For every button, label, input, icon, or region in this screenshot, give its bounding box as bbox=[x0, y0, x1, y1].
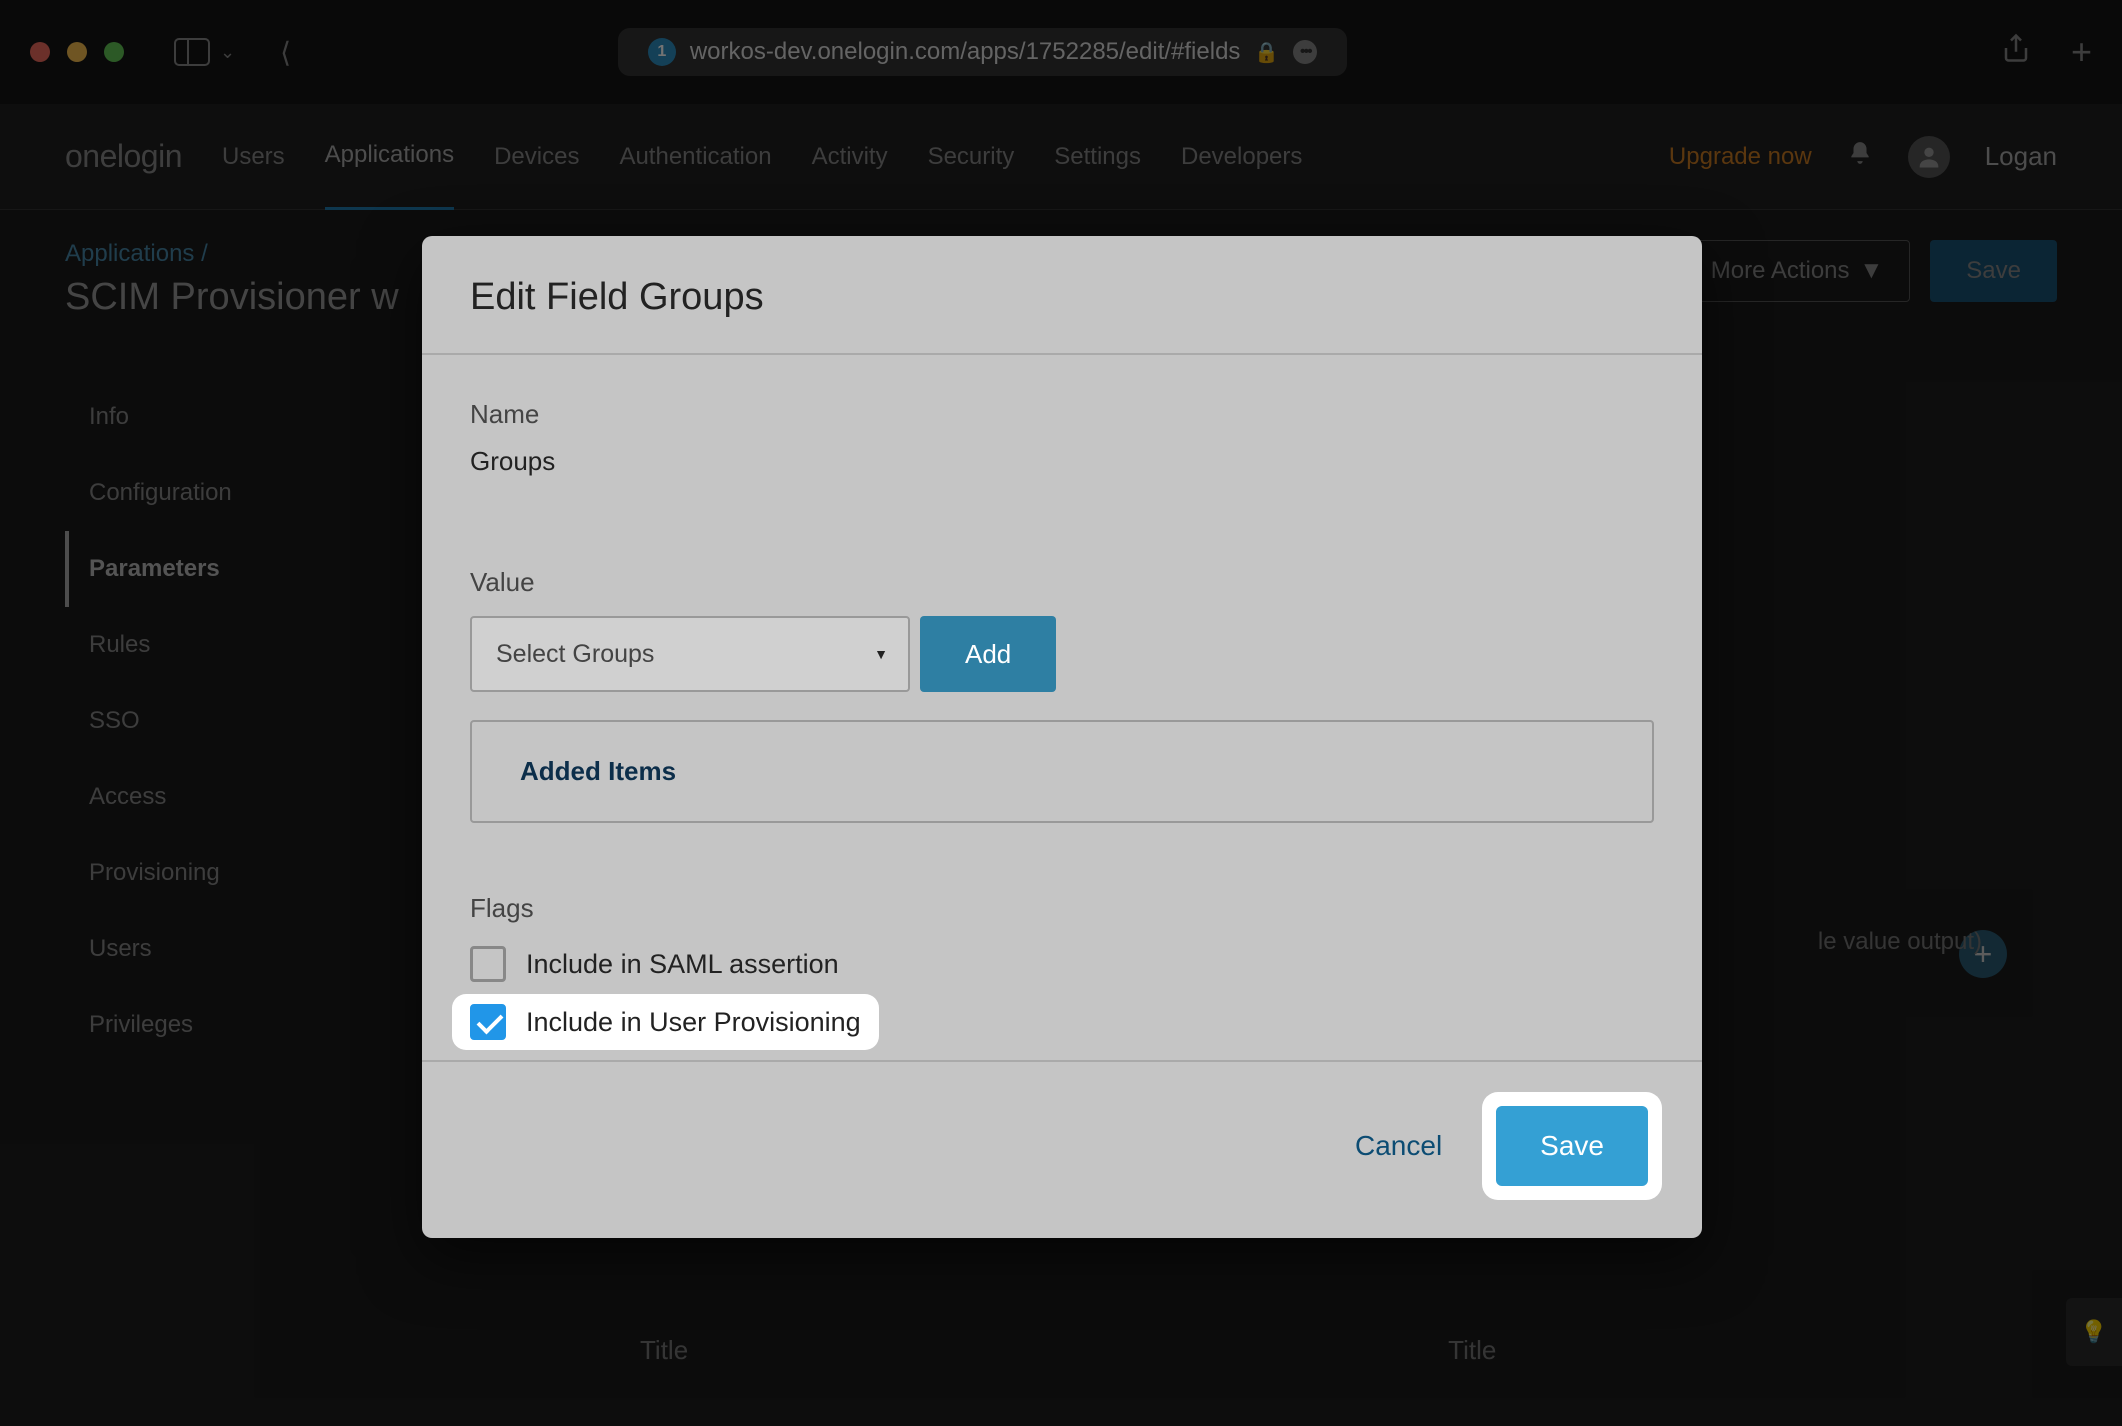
provisioning-highlight: Include in User Provisioning bbox=[452, 994, 879, 1050]
add-button[interactable]: Add bbox=[920, 616, 1056, 692]
caret-down-icon: ▼ bbox=[874, 646, 888, 662]
save-button[interactable]: Save bbox=[1496, 1106, 1648, 1186]
flags-label: Flags bbox=[470, 893, 1654, 924]
name-label: Name bbox=[470, 399, 1654, 430]
cancel-button[interactable]: Cancel bbox=[1355, 1130, 1442, 1162]
user-provisioning-label: Include in User Provisioning bbox=[526, 1007, 861, 1038]
save-highlight: Save bbox=[1482, 1092, 1662, 1200]
saml-assertion-checkbox[interactable] bbox=[470, 946, 506, 982]
added-items-label: Added Items bbox=[520, 756, 1604, 787]
select-placeholder: Select Groups bbox=[496, 640, 654, 669]
value-label: Value bbox=[470, 567, 1654, 598]
name-value: Groups bbox=[470, 446, 1654, 477]
modal-title: Edit Field Groups bbox=[470, 276, 1654, 319]
edit-field-modal: Edit Field Groups Name Groups Value Sele… bbox=[422, 236, 1702, 1238]
added-items-box: Added Items bbox=[470, 720, 1654, 823]
select-groups-dropdown[interactable]: Select Groups ▼ bbox=[470, 616, 910, 692]
saml-assertion-label: Include in SAML assertion bbox=[526, 949, 839, 980]
user-provisioning-checkbox[interactable] bbox=[470, 1004, 506, 1040]
